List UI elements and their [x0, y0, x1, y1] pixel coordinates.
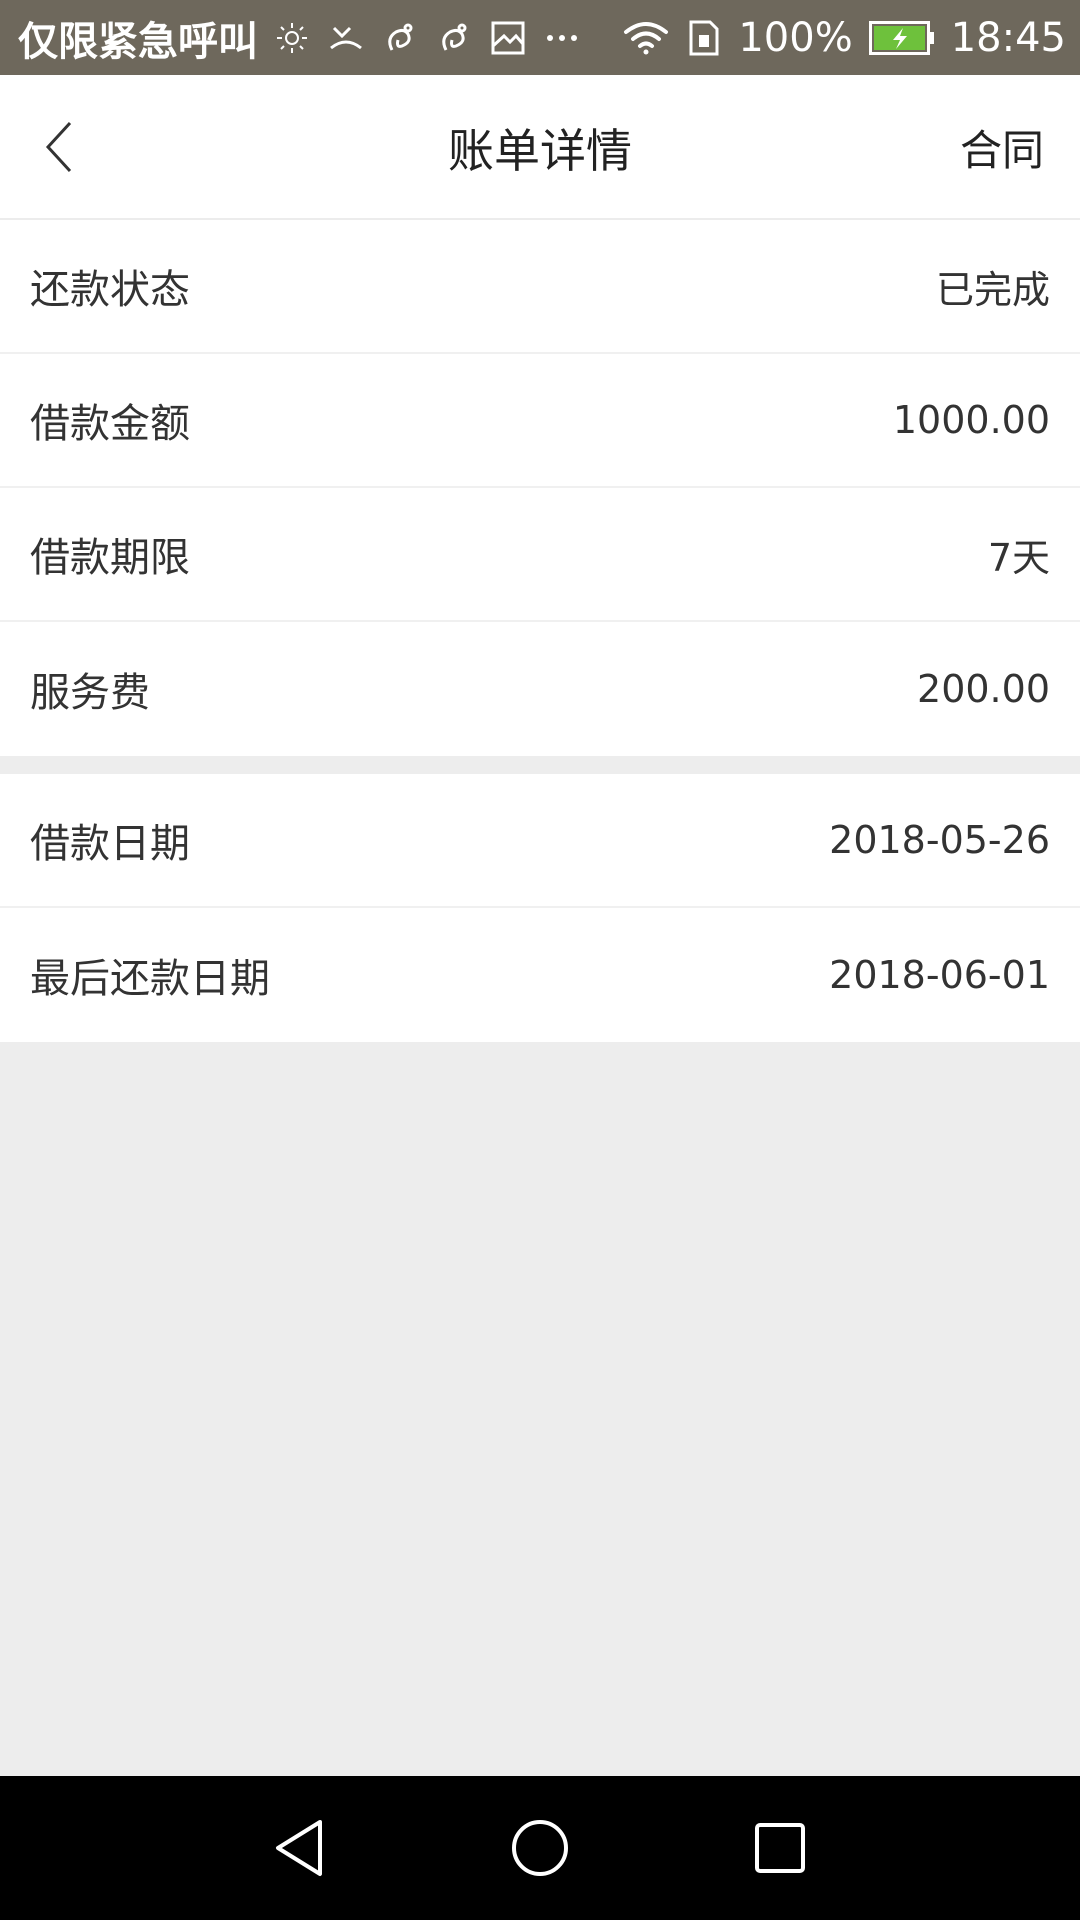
- status-bar: 仅限紧急呼叫 100% 18:45: [0, 0, 1080, 75]
- detail-label: 还款状态: [30, 267, 190, 313]
- square-recents-icon: [755, 1823, 805, 1873]
- detail-value: 1000.00: [892, 398, 1050, 442]
- detail-row-loan-term: 借款期限 7天: [0, 488, 1080, 622]
- nav-recents-button[interactable]: [740, 1808, 820, 1888]
- battery-percentage: 100%: [738, 14, 853, 61]
- bill-details-group: 还款状态 已完成 借款金额 1000.00 借款期限 7天 服务费 200.00: [0, 220, 1080, 756]
- system-navigation-bar: [0, 1776, 1080, 1920]
- more-notifications-icon: [542, 18, 582, 58]
- app-header: 账单详情 合同: [0, 75, 1080, 220]
- nav-home-button[interactable]: [500, 1808, 580, 1888]
- sim-icon: [684, 18, 724, 58]
- detail-row-service-fee: 服务费 200.00: [0, 622, 1080, 756]
- nav-back-button[interactable]: [260, 1808, 340, 1888]
- chevron-left-icon: [45, 121, 72, 173]
- triangle-back-icon: [276, 1820, 322, 1876]
- page-title: 账单详情: [448, 123, 632, 178]
- detail-label: 服务费: [30, 670, 150, 716]
- squirrel-app-icon: [380, 18, 420, 58]
- detail-value: 2018-06-01: [829, 953, 1050, 997]
- detail-row-final-repayment-date: 最后还款日期 2018-06-01: [0, 908, 1080, 1042]
- squirrel-app-icon: [434, 18, 474, 58]
- back-button[interactable]: [24, 111, 96, 183]
- detail-value: 7天: [987, 535, 1050, 580]
- carrier-text: 仅限紧急呼叫: [18, 18, 258, 65]
- image-icon: [488, 18, 528, 58]
- circle-home-icon: [512, 1820, 568, 1876]
- wifi-icon: [622, 18, 670, 58]
- status-bar-left: 仅限紧急呼叫: [18, 9, 622, 67]
- detail-row-repayment-status: 还款状态 已完成: [0, 220, 1080, 354]
- detail-value: 200.00: [917, 667, 1050, 711]
- clock: 18:45: [950, 14, 1066, 61]
- detail-row-loan-date: 借款日期 2018-05-26: [0, 774, 1080, 908]
- brightness-icon: [272, 18, 312, 58]
- battery-charging-icon: [867, 18, 937, 58]
- loan-dates-group: 借款日期 2018-05-26 最后还款日期 2018-06-01: [0, 774, 1080, 1042]
- detail-label: 借款期限: [30, 535, 190, 581]
- detail-label: 最后还款日期: [30, 956, 270, 1002]
- status-bar-right: 100% 18:45: [622, 15, 1066, 61]
- detail-row-loan-amount: 借款金额 1000.00: [0, 354, 1080, 488]
- detail-label: 借款金额: [30, 401, 190, 447]
- detail-value: 已完成: [935, 267, 1050, 312]
- detail-value: 2018-05-26: [829, 818, 1050, 862]
- contract-button[interactable]: 合同: [960, 75, 1044, 220]
- missed-call-icon: [326, 18, 366, 58]
- detail-label: 借款日期: [30, 821, 190, 867]
